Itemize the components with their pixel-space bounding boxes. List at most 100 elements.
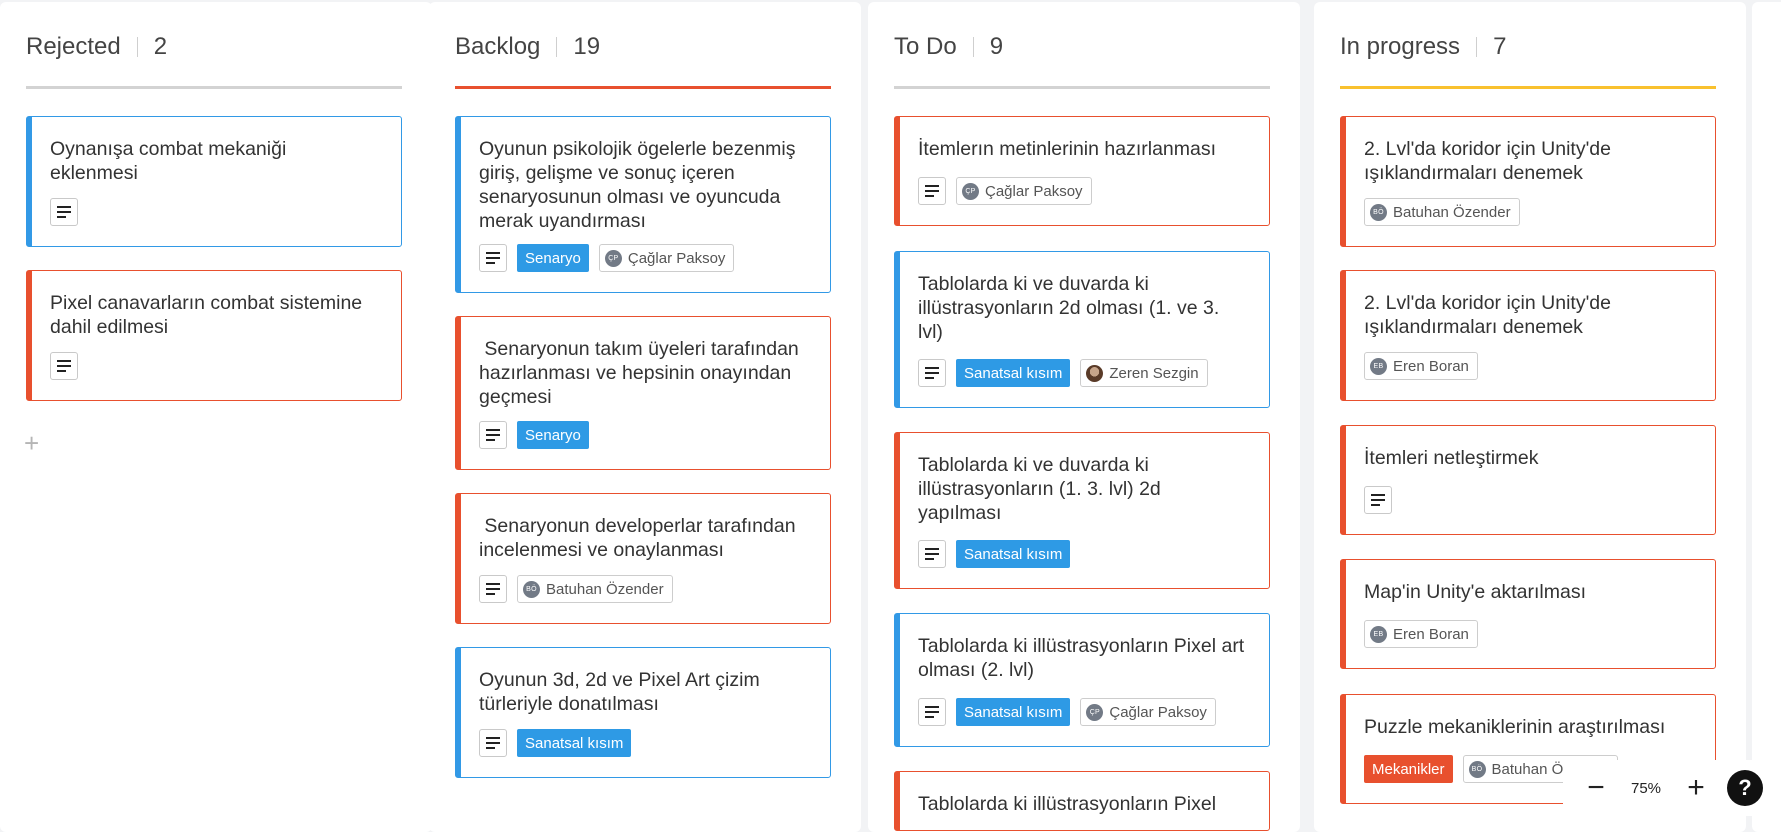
column-backlog: Backlog 19 Oyunun psikolojik ögelerle be…: [429, 2, 861, 832]
card-title: Tablolarda ki ve duvarda ki illüstrasyon…: [918, 454, 1161, 524]
card[interactable]: Senaryonun takım üyeleri tarafından hazı…: [455, 316, 831, 470]
assignee-name: Batuhan Özender: [1393, 203, 1511, 221]
kanban-board: Rejected 2 Oynanışa combat mekaniği ekle…: [0, 0, 1781, 832]
add-card-button[interactable]: +: [24, 430, 39, 456]
label-tag[interactable]: Senaryo: [517, 421, 589, 449]
assignee-chip[interactable]: BÖ Batuhan Özender: [1364, 198, 1520, 226]
description-icon[interactable]: [918, 359, 946, 387]
label-tag[interactable]: Sanatsal kısım: [517, 729, 632, 757]
column-count: 7: [1493, 33, 1507, 60]
description-icon[interactable]: [479, 421, 507, 449]
assignee-name: Çağlar Paksoy: [1109, 703, 1207, 721]
column-rejected: Rejected 2 Oynanışa combat mekaniği ekle…: [0, 2, 432, 832]
card[interactable]: Pixel canavarların combat sistemine dahi…: [26, 270, 402, 401]
column-count: 9: [989, 33, 1004, 60]
card-title: Oynanışa combat mekaniği eklenmesi: [50, 138, 287, 184]
label-tag[interactable]: Sanatsal kısım: [956, 698, 1071, 726]
description-icon[interactable]: [50, 198, 78, 226]
card[interactable]: Map'in Unity'e aktarılması EB Eren Boran: [1340, 559, 1716, 669]
card[interactable]: İtemleri netleştirmek: [1340, 425, 1716, 535]
column-title: In progress: [1340, 33, 1461, 60]
card[interactable]: Tablolarda ki illüstrasyonların Pixel: [894, 771, 1270, 831]
column-count: 2: [153, 33, 168, 60]
assignee-name: Zeren Sezgin: [1109, 364, 1199, 382]
card[interactable]: 2. Lvl'da koridor için Unity'de ışıkland…: [1340, 116, 1716, 247]
column-todo: To Do 9 İtemlerın metinlerinin hazırlanm…: [868, 2, 1300, 832]
card[interactable]: Oyunun 3d, 2d ve Pixel Art çizim türleri…: [455, 647, 831, 778]
description-icon[interactable]: [918, 177, 946, 205]
description-icon[interactable]: [479, 575, 507, 603]
card-title: Puzzle mekaniklerinin araştırılması: [1364, 716, 1666, 738]
assignee-name: Çağlar Paksoy: [627, 249, 726, 267]
avatar: ÇP: [604, 249, 622, 267]
column-title: To Do: [894, 33, 957, 60]
card-title: Oyunun psikolojik ögelerle bezenmiş giri…: [479, 138, 796, 232]
card-title: 2. Lvl'da koridor için Unity'de ışıkland…: [1364, 292, 1611, 338]
label-tag[interactable]: Sanatsal kısım: [956, 359, 1071, 387]
card[interactable]: Tablolarda ki ve duvarda ki illüstrasyon…: [894, 432, 1270, 589]
card[interactable]: Oynanışa combat mekaniği eklenmesi: [26, 116, 402, 247]
column-header[interactable]: To Do 9: [894, 32, 1003, 62]
assignee-chip[interactable]: EB Eren Boran: [1364, 620, 1478, 648]
description-icon[interactable]: [50, 352, 78, 380]
avatar: BÖ: [523, 580, 540, 598]
card[interactable]: Tablolarda ki illüstrasyonların Pixel ar…: [894, 613, 1270, 747]
assignee-chip[interactable]: BÖ Batuhan Özender: [517, 575, 673, 603]
assignee-name: Eren Boran: [1393, 357, 1469, 375]
avatar: ÇP: [1086, 703, 1104, 721]
card[interactable]: Senaryonun developerlar tarafından incel…: [455, 493, 831, 624]
card-title: Tablolarda ki illüstrasyonların Pixel: [918, 793, 1217, 815]
card[interactable]: 2. Lvl'da koridor için Unity'de ışıkland…: [1340, 270, 1716, 401]
avatar: BÖ: [1370, 203, 1387, 221]
avatar: ÇP: [962, 182, 979, 200]
header-divider: [136, 37, 138, 57]
description-icon[interactable]: [479, 729, 507, 757]
label-tag[interactable]: Mekanikler: [1364, 755, 1453, 783]
column-count: 19: [573, 33, 601, 60]
assignee-chip[interactable]: ÇP Çağlar Paksoy: [956, 177, 1092, 205]
assignee-chip[interactable]: ÇP Çağlar Paksoy: [1080, 698, 1216, 726]
help-button[interactable]: ?: [1727, 770, 1763, 806]
assignee-name: Batuhan Özender: [546, 580, 664, 598]
avatar: EB: [1370, 625, 1387, 643]
card-title: Tablolarda ki illüstrasyonların Pixel ar…: [918, 635, 1245, 681]
description-icon[interactable]: [479, 244, 507, 272]
assignee-chip[interactable]: ÇP Çağlar Paksoy: [598, 244, 735, 272]
column-rule: [1340, 86, 1716, 89]
next-column-edge: [1752, 2, 1781, 832]
description-icon[interactable]: [1364, 486, 1392, 514]
zoom-in-button[interactable]: +: [1676, 773, 1716, 803]
assignee-name: Eren Boran: [1393, 625, 1469, 643]
assignee-name: Çağlar Paksoy: [985, 182, 1083, 200]
avatar: [1086, 364, 1104, 382]
zoom-out-button[interactable]: −: [1576, 773, 1616, 803]
card-title: Oyunun 3d, 2d ve Pixel Art çizim türleri…: [479, 669, 760, 715]
header-divider: [1476, 37, 1478, 57]
column-title: Rejected: [26, 33, 121, 60]
column-header[interactable]: Backlog 19: [455, 32, 600, 62]
label-tag[interactable]: Senaryo: [517, 244, 589, 272]
label-tag[interactable]: Sanatsal kısım: [956, 540, 1071, 568]
column-title: Backlog: [455, 33, 541, 60]
assignee-chip[interactable]: Zeren Sezgin: [1080, 359, 1208, 387]
card-title: Senaryonun takım üyeleri tarafından hazı…: [479, 338, 805, 408]
card[interactable]: Oyunun psikolojik ögelerle bezenmiş giri…: [455, 116, 831, 293]
column-header[interactable]: Rejected 2: [26, 32, 167, 62]
description-icon[interactable]: [918, 540, 946, 568]
card[interactable]: Tablolarda ki ve duvarda ki illüstrasyon…: [894, 251, 1270, 408]
column-in-progress: In progress 7 2. Lvl'da koridor için Uni…: [1314, 2, 1746, 832]
header-divider: [556, 37, 558, 57]
avatar: BÖ: [1468, 760, 1486, 778]
description-icon[interactable]: [918, 698, 946, 726]
card-title: Senaryonun developerlar tarafından incel…: [479, 515, 801, 561]
column-header[interactable]: In progress 7: [1340, 32, 1506, 62]
card[interactable]: İtemlerın metinlerinin hazırlanması ÇP Ç…: [894, 116, 1270, 226]
card-title: Tablolarda ki ve duvarda ki illüstrasyon…: [918, 273, 1220, 343]
avatar: EB: [1370, 357, 1387, 375]
card-title: 2. Lvl'da koridor için Unity'de ışıkland…: [1364, 138, 1611, 184]
header-divider: [972, 37, 974, 57]
card-title: Pixel canavarların combat sistemine dahi…: [50, 292, 363, 338]
column-rule: [894, 86, 1270, 89]
zoom-level: 75%: [1630, 779, 1662, 797]
assignee-chip[interactable]: EB Eren Boran: [1364, 352, 1478, 380]
